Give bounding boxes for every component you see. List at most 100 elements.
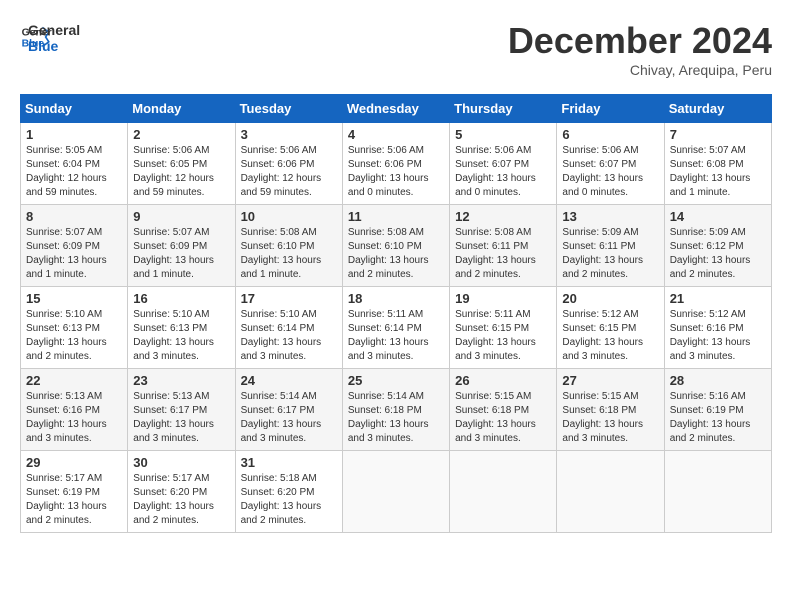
day-info: Sunrise: 5:18 AMSunset: 6:20 PMDaylight:… [241,473,322,526]
day-number: 18 [348,291,444,306]
calendar-week-row: 8 Sunrise: 5:07 AMSunset: 6:09 PMDayligh… [21,205,772,287]
calendar-week-row: 22 Sunrise: 5:13 AMSunset: 6:16 PMDaylig… [21,369,772,451]
day-info: Sunrise: 5:12 AMSunset: 6:16 PMDaylight:… [670,309,751,362]
calendar-cell: 10 Sunrise: 5:08 AMSunset: 6:10 PMDaylig… [235,205,342,287]
day-info: Sunrise: 5:06 AMSunset: 6:07 PMDaylight:… [562,145,643,198]
calendar-cell: 27 Sunrise: 5:15 AMSunset: 6:18 PMDaylig… [557,369,664,451]
calendar-cell [664,451,771,533]
calendar-cell: 30 Sunrise: 5:17 AMSunset: 6:20 PMDaylig… [128,451,235,533]
day-info: Sunrise: 5:06 AMSunset: 6:07 PMDaylight:… [455,145,536,198]
col-saturday: Saturday [664,95,771,123]
day-info: Sunrise: 5:07 AMSunset: 6:09 PMDaylight:… [133,227,214,280]
day-info: Sunrise: 5:07 AMSunset: 6:09 PMDaylight:… [26,227,107,280]
day-info: Sunrise: 5:05 AMSunset: 6:04 PMDaylight:… [26,145,107,198]
calendar-week-row: 1 Sunrise: 5:05 AMSunset: 6:04 PMDayligh… [21,123,772,205]
col-wednesday: Wednesday [342,95,449,123]
day-info: Sunrise: 5:08 AMSunset: 6:11 PMDaylight:… [455,227,536,280]
calendar-cell: 14 Sunrise: 5:09 AMSunset: 6:12 PMDaylig… [664,205,771,287]
calendar-cell: 26 Sunrise: 5:15 AMSunset: 6:18 PMDaylig… [450,369,557,451]
title-block: December 2024 Chivay, Arequipa, Peru [508,20,772,78]
day-info: Sunrise: 5:06 AMSunset: 6:06 PMDaylight:… [348,145,429,198]
calendar-cell: 8 Sunrise: 5:07 AMSunset: 6:09 PMDayligh… [21,205,128,287]
day-info: Sunrise: 5:07 AMSunset: 6:08 PMDaylight:… [670,145,751,198]
col-tuesday: Tuesday [235,95,342,123]
calendar-cell [342,451,449,533]
day-info: Sunrise: 5:09 AMSunset: 6:12 PMDaylight:… [670,227,751,280]
calendar-cell: 11 Sunrise: 5:08 AMSunset: 6:10 PMDaylig… [342,205,449,287]
day-info: Sunrise: 5:11 AMSunset: 6:14 PMDaylight:… [348,309,429,362]
col-thursday: Thursday [450,95,557,123]
day-info: Sunrise: 5:08 AMSunset: 6:10 PMDaylight:… [241,227,322,280]
day-info: Sunrise: 5:09 AMSunset: 6:11 PMDaylight:… [562,227,643,280]
logo-general: General [28,22,80,38]
day-info: Sunrise: 5:06 AMSunset: 6:05 PMDaylight:… [133,145,214,198]
day-info: Sunrise: 5:08 AMSunset: 6:10 PMDaylight:… [348,227,429,280]
col-friday: Friday [557,95,664,123]
day-info: Sunrise: 5:11 AMSunset: 6:15 PMDaylight:… [455,309,536,362]
day-number: 22 [26,373,122,388]
calendar-cell: 13 Sunrise: 5:09 AMSunset: 6:11 PMDaylig… [557,205,664,287]
calendar-cell: 28 Sunrise: 5:16 AMSunset: 6:19 PMDaylig… [664,369,771,451]
day-number: 4 [348,127,444,142]
location-subtitle: Chivay, Arequipa, Peru [508,62,772,78]
day-number: 28 [670,373,766,388]
calendar-cell: 23 Sunrise: 5:13 AMSunset: 6:17 PMDaylig… [128,369,235,451]
calendar-cell: 9 Sunrise: 5:07 AMSunset: 6:09 PMDayligh… [128,205,235,287]
day-number: 23 [133,373,229,388]
day-number: 31 [241,455,337,470]
col-monday: Monday [128,95,235,123]
day-number: 11 [348,209,444,224]
day-info: Sunrise: 5:14 AMSunset: 6:17 PMDaylight:… [241,391,322,444]
calendar-header-row: Sunday Monday Tuesday Wednesday Thursday… [21,95,772,123]
day-number: 30 [133,455,229,470]
logo: General Blue General Blue [20,20,80,54]
logo-blue: Blue [28,38,80,54]
day-info: Sunrise: 5:10 AMSunset: 6:13 PMDaylight:… [133,309,214,362]
day-number: 25 [348,373,444,388]
day-info: Sunrise: 5:10 AMSunset: 6:13 PMDaylight:… [26,309,107,362]
calendar-cell: 17 Sunrise: 5:10 AMSunset: 6:14 PMDaylig… [235,287,342,369]
calendar-cell [450,451,557,533]
day-number: 27 [562,373,658,388]
day-info: Sunrise: 5:10 AMSunset: 6:14 PMDaylight:… [241,309,322,362]
day-info: Sunrise: 5:16 AMSunset: 6:19 PMDaylight:… [670,391,751,444]
day-number: 5 [455,127,551,142]
day-number: 6 [562,127,658,142]
day-number: 14 [670,209,766,224]
calendar-cell: 12 Sunrise: 5:08 AMSunset: 6:11 PMDaylig… [450,205,557,287]
day-info: Sunrise: 5:17 AMSunset: 6:19 PMDaylight:… [26,473,107,526]
calendar-cell: 3 Sunrise: 5:06 AMSunset: 6:06 PMDayligh… [235,123,342,205]
calendar-cell: 5 Sunrise: 5:06 AMSunset: 6:07 PMDayligh… [450,123,557,205]
calendar-cell: 21 Sunrise: 5:12 AMSunset: 6:16 PMDaylig… [664,287,771,369]
day-info: Sunrise: 5:15 AMSunset: 6:18 PMDaylight:… [455,391,536,444]
calendar-cell: 4 Sunrise: 5:06 AMSunset: 6:06 PMDayligh… [342,123,449,205]
day-number: 21 [670,291,766,306]
calendar-cell: 2 Sunrise: 5:06 AMSunset: 6:05 PMDayligh… [128,123,235,205]
calendar-cell: 1 Sunrise: 5:05 AMSunset: 6:04 PMDayligh… [21,123,128,205]
day-number: 15 [26,291,122,306]
day-number: 17 [241,291,337,306]
day-number: 19 [455,291,551,306]
calendar-cell: 22 Sunrise: 5:13 AMSunset: 6:16 PMDaylig… [21,369,128,451]
day-number: 29 [26,455,122,470]
month-title: December 2024 [508,20,772,62]
day-number: 7 [670,127,766,142]
calendar-cell: 15 Sunrise: 5:10 AMSunset: 6:13 PMDaylig… [21,287,128,369]
calendar-cell: 16 Sunrise: 5:10 AMSunset: 6:13 PMDaylig… [128,287,235,369]
calendar-cell: 19 Sunrise: 5:11 AMSunset: 6:15 PMDaylig… [450,287,557,369]
day-number: 8 [26,209,122,224]
day-info: Sunrise: 5:15 AMSunset: 6:18 PMDaylight:… [562,391,643,444]
calendar-cell: 25 Sunrise: 5:14 AMSunset: 6:18 PMDaylig… [342,369,449,451]
day-number: 9 [133,209,229,224]
day-info: Sunrise: 5:12 AMSunset: 6:15 PMDaylight:… [562,309,643,362]
day-number: 1 [26,127,122,142]
day-info: Sunrise: 5:06 AMSunset: 6:06 PMDaylight:… [241,145,322,198]
calendar-cell: 18 Sunrise: 5:11 AMSunset: 6:14 PMDaylig… [342,287,449,369]
calendar-cell [557,451,664,533]
day-info: Sunrise: 5:14 AMSunset: 6:18 PMDaylight:… [348,391,429,444]
calendar-cell: 6 Sunrise: 5:06 AMSunset: 6:07 PMDayligh… [557,123,664,205]
calendar-cell: 29 Sunrise: 5:17 AMSunset: 6:19 PMDaylig… [21,451,128,533]
day-number: 2 [133,127,229,142]
calendar-cell: 24 Sunrise: 5:14 AMSunset: 6:17 PMDaylig… [235,369,342,451]
calendar-week-row: 29 Sunrise: 5:17 AMSunset: 6:19 PMDaylig… [21,451,772,533]
